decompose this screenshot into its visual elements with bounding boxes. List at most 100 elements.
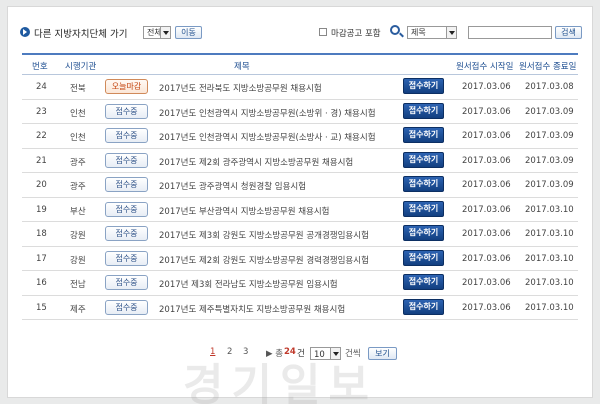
row-start-date: 2017.03.06 (462, 253, 511, 264)
status-badge: 접수중 (105, 226, 148, 241)
row-number: 17 (36, 253, 47, 264)
row-start-date: 2017.03.06 (462, 302, 511, 313)
row-number: 20 (36, 180, 47, 190)
status-badge: 접수중 (105, 152, 148, 168)
row-start-date: 2017.03.06 (462, 180, 511, 190)
table-row: 16 전남 접수중 2017년 제3회 전라남도 지방소방공무원 임용시험 접수하기 20… (22, 271, 578, 296)
apply-button[interactable]: 접수하기 (403, 176, 444, 192)
row-end-date: 2017.03.10 (525, 302, 574, 313)
apply-button[interactable]: 접수하기 (403, 249, 444, 266)
search-input[interactable] (468, 26, 552, 39)
row-agency: 부산 (70, 206, 86, 217)
table-row: 19 부산 접수중 2017년도 부산광역시 지방소방공무원 채용시험 접수하기 2017… (22, 198, 578, 222)
row-start-date: 2017.03.06 (462, 155, 511, 166)
row-title-link[interactable]: 2017년도 제2회 광주광역시 지방소방공무원 채용시험 (159, 156, 353, 168)
row-title-link[interactable]: 2017년 제3회 전라남도 지방소방공무원 임용시험 (159, 278, 338, 290)
status-badge: 접수중 (105, 177, 148, 192)
row-title-link[interactable]: 2017년도 제2회 강원도 지방소방공무원 경력경쟁임용시험 (159, 254, 369, 266)
status-badge: 접수중 (105, 299, 148, 315)
row-title-link[interactable]: 2017년도 제3회 강원도 지방소방공무원 공개경쟁임용시험 (159, 229, 369, 241)
listing-panel: 다른 지방자치단체 가기 전체 이동 마감공고 포함 제목 검색 번호 시행기관… (7, 6, 593, 404)
status-badge: 접수중 (105, 103, 148, 119)
row-title-link[interactable]: 2017년도 제주특별자치도 지방소방공무원 채용시험 (159, 303, 345, 315)
row-start-date: 2017.03.06 (462, 278, 511, 288)
header-end-date: 원서접수 종료일 (519, 62, 577, 72)
row-agency: 전북 (70, 84, 86, 94)
row-number: 21 (36, 155, 47, 166)
apply-button[interactable]: 접수하기 (403, 200, 444, 217)
row-start-date: 2017.03.06 (462, 106, 511, 117)
row-number: 23 (36, 106, 47, 117)
row-agency: 광주 (70, 182, 86, 192)
chevron-down-icon (160, 27, 170, 38)
row-start-date: 2017.03.06 (462, 82, 511, 92)
row-title-link[interactable]: 2017년도 인천광역시 지방소방공무원(소방위 · 경) 채용시험 (159, 107, 376, 119)
row-agency: 인천 (70, 133, 86, 143)
row-agency: 광주 (70, 157, 86, 168)
header-title: 제목 (234, 62, 250, 72)
include-closed-label: 마감공고 포함 (331, 29, 381, 39)
header-start-date: 원서접수 시작일 (456, 62, 514, 72)
row-end-date: 2017.03.09 (525, 106, 574, 117)
status-badge: 접수중 (105, 201, 148, 217)
table-body: 24 전북 오늘마감 2017년도 전라북도 지방소방공무원 채용시험 접수하기 2017… (22, 75, 578, 320)
table-row: 20 광주 접수중 2017년도 광주광역시 청원경찰 임용시험 접수하기 2017.03… (22, 173, 578, 198)
apply-button[interactable]: 접수하기 (403, 225, 444, 241)
apply-button[interactable]: 접수하기 (403, 102, 444, 119)
row-title-link[interactable]: 2017년도 전라북도 지방소방공무원 채용시험 (159, 82, 322, 94)
header-num: 번호 (32, 62, 48, 72)
other-region-label: 다른 지방자치단체 가기 (34, 29, 128, 40)
apply-button[interactable]: 접수하기 (403, 151, 444, 168)
search-field-select[interactable]: 제목 (407, 26, 457, 39)
go-button[interactable]: 이동 (175, 26, 202, 39)
table-row: 23 인천 접수중 2017년도 인천광역시 지방소방공무원(소방위 · 경) 채용시… (22, 100, 578, 124)
row-end-date: 2017.03.10 (525, 278, 574, 288)
row-end-date: 2017.03.10 (525, 229, 574, 239)
top-toolbar: 다른 지방자치단체 가기 전체 이동 마감공고 포함 제목 검색 (8, 7, 592, 47)
row-title-link[interactable]: 2017년도 인천광역시 지방소방공무원(소방사 · 교) 채용시험 (159, 131, 376, 143)
table-row: 22 인천 접수중 2017년도 인천광역시 지방소방공무원(소방사 · 교) 채용시… (22, 124, 578, 149)
job-listing-table: 번호 시행기관 제목 원서접수 시작일 원서접수 종료일 24 전북 오늘마감 201… (22, 53, 578, 320)
status-badge: 오늘마감 (105, 79, 148, 94)
row-agency: 인천 (70, 108, 86, 119)
row-number: 15 (36, 302, 47, 313)
status-badge: 접수중 (105, 250, 148, 266)
row-agency: 강원 (70, 231, 86, 241)
search-button[interactable]: 검색 (555, 26, 582, 39)
include-closed-checkbox[interactable] (319, 28, 327, 36)
table-row: 21 광주 접수중 2017년도 제2회 광주광역시 지방소방공무원 채용시험 접수하기… (22, 149, 578, 173)
table-row: 24 전북 오늘마감 2017년도 전라북도 지방소방공무원 채용시험 접수하기 2017… (22, 75, 578, 100)
row-title-link[interactable]: 2017년도 광주광역시 청원경찰 임용시험 (159, 180, 306, 192)
row-end-date: 2017.03.09 (525, 131, 574, 141)
row-end-date: 2017.03.09 (525, 180, 574, 190)
table-row: 17 강원 접수중 2017년도 제2회 강원도 지방소방공무원 경력경쟁임용시험 접수… (22, 247, 578, 271)
table-header: 번호 시행기관 제목 원서접수 시작일 원서접수 종료일 (22, 53, 578, 75)
apply-button[interactable]: 접수하기 (403, 274, 444, 290)
row-end-date: 2017.03.10 (525, 253, 574, 264)
chevron-down-icon (446, 27, 456, 38)
row-start-date: 2017.03.06 (462, 204, 511, 215)
apply-button[interactable]: 접수하기 (403, 127, 444, 143)
row-number: 22 (36, 131, 47, 141)
row-end-date: 2017.03.09 (525, 155, 574, 166)
table-row: 15 제주 접수중 2017년도 제주특별자치도 지방소방공무원 채용시험 접수하기 20… (22, 296, 578, 320)
row-agency: 강원 (70, 255, 86, 266)
row-end-date: 2017.03.08 (525, 82, 574, 92)
row-number: 16 (36, 278, 47, 288)
row-start-date: 2017.03.06 (462, 229, 511, 239)
status-badge: 접수중 (105, 275, 148, 290)
row-number: 24 (36, 82, 47, 92)
row-number: 18 (36, 229, 47, 239)
region-select[interactable]: 전체 (143, 26, 171, 39)
apply-button[interactable]: 접수하기 (403, 78, 444, 94)
row-agency: 전남 (70, 280, 86, 290)
row-agency: 제주 (70, 304, 86, 315)
apply-button[interactable]: 접수하기 (403, 298, 444, 315)
status-badge: 접수중 (105, 128, 148, 143)
row-title-link[interactable]: 2017년도 부산광역시 지방소방공무원 채용시험 (159, 205, 330, 217)
table-row: 18 강원 접수중 2017년도 제3회 강원도 지방소방공무원 공개경쟁임용시험 접수… (22, 222, 578, 247)
search-field-value: 제목 (411, 28, 426, 37)
watermark-logo: 경기일보 (183, 360, 377, 404)
row-number: 19 (36, 204, 47, 215)
search-icon (390, 25, 400, 35)
